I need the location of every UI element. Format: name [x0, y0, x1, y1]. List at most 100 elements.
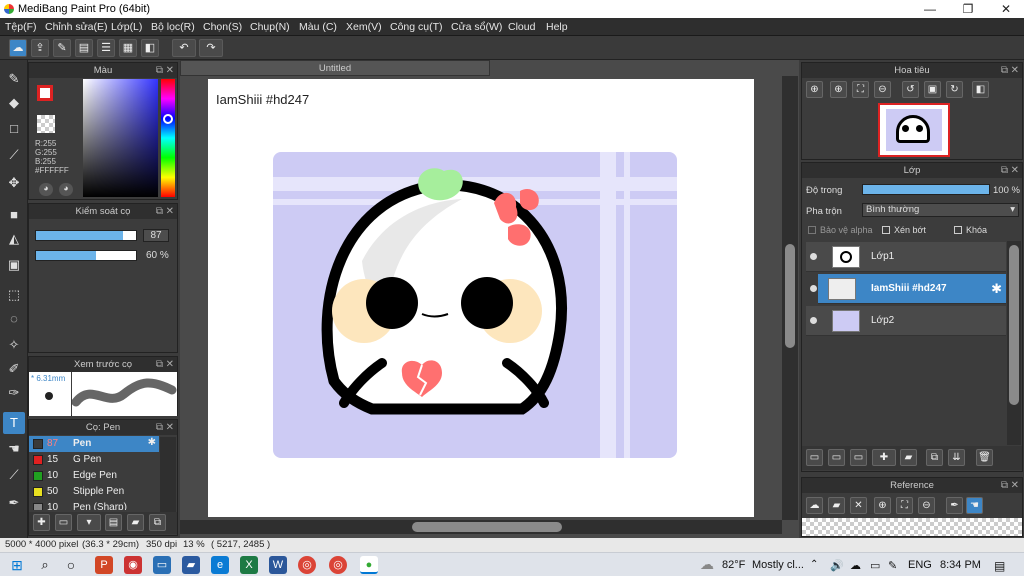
hand-icon[interactable]: ☚ — [966, 497, 983, 514]
close-button[interactable]: ✕ — [988, 0, 1024, 18]
add-brush-icon[interactable]: ✚ — [33, 514, 50, 531]
notifications-icon[interactable]: ▤ — [994, 559, 1005, 573]
layer-scroll-thumb[interactable] — [1009, 245, 1019, 405]
vertical-scroll-thumb[interactable] — [785, 244, 795, 348]
magic-wand-icon[interactable]: ✧ — [3, 334, 25, 356]
fit-icon[interactable]: ⛶ — [852, 81, 869, 98]
layer-row-lop1[interactable]: Lớp1 — [806, 242, 1006, 272]
menu-filter[interactable]: Bộ lọc(R) — [151, 21, 195, 33]
rotate-right-icon[interactable]: ↻ — [946, 81, 963, 98]
brush-opacity-slider[interactable] — [35, 250, 137, 261]
zoom-in-icon[interactable]: ⊕ — [874, 497, 891, 514]
lasso-icon[interactable]: ◌ — [3, 308, 25, 330]
clipping-checkbox[interactable] — [882, 226, 890, 234]
duplicate-icon[interactable]: ⧉ — [149, 514, 166, 531]
zoom-out-icon[interactable]: ⊖ — [874, 81, 891, 98]
brush-item-edge-pen[interactable]: 10 Edge Pen — [29, 468, 159, 484]
horizontal-scroll-thumb[interactable] — [412, 522, 562, 532]
fit-icon[interactable]: ⛶ — [896, 497, 913, 514]
eyedropper-icon[interactable]: ✒ — [946, 497, 963, 514]
hue-slider[interactable] — [161, 79, 175, 197]
network-icon[interactable]: ☁ — [850, 559, 861, 572]
text-tool-icon[interactable]: T — [3, 412, 25, 434]
dot-pen-icon[interactable]: ⟋ — [3, 144, 25, 166]
brush-list-scrollbar[interactable] — [160, 437, 176, 517]
brush-props-icon[interactable]: ▤ — [105, 514, 122, 531]
pen-icon[interactable]: ✒ — [3, 492, 25, 514]
close-icon[interactable]: ✕ — [166, 357, 174, 372]
zoom-out-icon[interactable]: ⊖ — [918, 497, 935, 514]
palette-icon[interactable]: ◕ — [39, 183, 53, 196]
pen-icon[interactable]: ✎ — [888, 559, 897, 572]
close-icon[interactable]: ✕ — [1011, 63, 1019, 78]
visibility-eye-icon[interactable] — [810, 253, 817, 260]
cloud-icon[interactable]: ☁ — [9, 39, 27, 57]
blend-mode-select[interactable]: Bình thường ▾ — [862, 203, 1019, 217]
menu-edit[interactable]: Chỉnh sửa(E) — [45, 21, 107, 33]
undock-icon[interactable]: ⧉ — [156, 204, 163, 219]
select-pen-icon[interactable]: ✐ — [3, 358, 25, 380]
monitor-app-icon[interactable]: ▭ — [153, 556, 171, 574]
vertical-scrollbar[interactable] — [782, 76, 798, 520]
rotate-left-icon[interactable]: ↺ — [902, 81, 919, 98]
menu-color[interactable]: Màu (C) — [299, 21, 337, 33]
gradient-tool-icon[interactable]: ▣ — [3, 254, 25, 276]
undock-icon[interactable]: ⧉ — [1001, 63, 1008, 78]
close-icon[interactable]: ✕ — [166, 63, 174, 78]
undock-icon[interactable]: ⧉ — [156, 357, 163, 372]
eyedropper-icon[interactable]: ⟋ — [3, 464, 25, 486]
windows-start-icon[interactable]: ⊞ — [8, 556, 26, 574]
powerpoint-icon[interactable]: P — [95, 556, 113, 574]
navigator-preview[interactable] — [878, 103, 950, 157]
brush-item-pen-sharp[interactable]: 10 Pen (Sharp) — [29, 500, 159, 510]
menu-file[interactable]: Tệp(F) — [5, 21, 37, 33]
undock-icon[interactable]: ⧉ — [156, 420, 163, 435]
bucket-tool-icon[interactable]: ◭ — [3, 228, 25, 250]
app-icon-red[interactable]: ◉ — [124, 556, 142, 574]
close-icon[interactable]: ✕ — [1011, 478, 1019, 493]
close-icon[interactable]: ✕ — [1011, 163, 1019, 178]
close-icon[interactable]: ✕ — [166, 420, 174, 435]
hue-handle[interactable] — [163, 114, 173, 124]
panel-icon[interactable]: ▤ — [75, 39, 93, 57]
select-eraser-icon[interactable]: ✑ — [3, 382, 25, 404]
edge-icon[interactable]: e — [211, 556, 229, 574]
cloud-upload-icon[interactable]: ☁ — [806, 497, 823, 514]
zoom-plus-icon[interactable]: ⊕ — [830, 81, 847, 98]
reference-canvas[interactable] — [802, 518, 1022, 536]
folder-icon[interactable]: ▰ — [127, 514, 144, 531]
add-layer-menu-icon[interactable]: ✚ — [872, 449, 896, 466]
medibang-icon[interactable]: ● — [360, 556, 378, 574]
layer-opacity-slider[interactable] — [862, 184, 990, 195]
new-layer-icon[interactable]: ▭ — [806, 449, 823, 466]
excel-icon[interactable]: X — [240, 556, 258, 574]
menu-snap[interactable]: Chụp(N) — [250, 21, 290, 33]
layer-row-lop2[interactable]: Lớp2 — [806, 306, 1006, 336]
undo-icon[interactable]: ↶ — [172, 39, 196, 57]
brush-item-pen[interactable]: 87 Pen ✱ — [29, 436, 159, 452]
open-folder-icon[interactable]: ▰ — [828, 497, 845, 514]
select-rect-icon[interactable]: ⬚ — [3, 284, 25, 306]
primary-color-swatch[interactable] — [37, 85, 53, 101]
chrome-icon[interactable]: ◎ — [329, 556, 347, 574]
layer-row-signature[interactable]: IamShiii #hd247 ✱ — [818, 274, 1006, 304]
visibility-eye-icon[interactable] — [810, 285, 817, 292]
actual-size-icon[interactable]: ▣ — [924, 81, 941, 98]
shape-tool-icon[interactable]: □ — [3, 118, 25, 140]
delete-layer-icon[interactable]: 🗑 — [976, 449, 993, 466]
menu-view[interactable]: Xem(V) — [346, 21, 382, 33]
undock-icon[interactable]: ⧉ — [1001, 478, 1008, 493]
layer-scrollbar[interactable] — [1007, 241, 1021, 445]
hand-tool-icon[interactable]: ☚ — [3, 438, 25, 460]
new-layer3-icon[interactable]: ▭ — [850, 449, 867, 466]
brush-size-value[interactable]: 87 — [143, 229, 169, 242]
restore-button[interactable]: ❐ — [950, 0, 986, 18]
brush-item-g-pen[interactable]: 15 G Pen — [29, 452, 159, 468]
file-explorer-icon[interactable]: ▰ — [182, 556, 200, 574]
undock-icon[interactable]: ⧉ — [1001, 163, 1008, 178]
upload-icon[interactable]: ⇪ — [31, 39, 49, 57]
battery-icon[interactable]: ▭ — [870, 559, 880, 572]
undock-icon[interactable]: ⧉ — [156, 63, 163, 78]
menu-select[interactable]: Chọn(S) — [203, 21, 242, 33]
chrome-icon[interactable]: ◎ — [298, 556, 316, 574]
